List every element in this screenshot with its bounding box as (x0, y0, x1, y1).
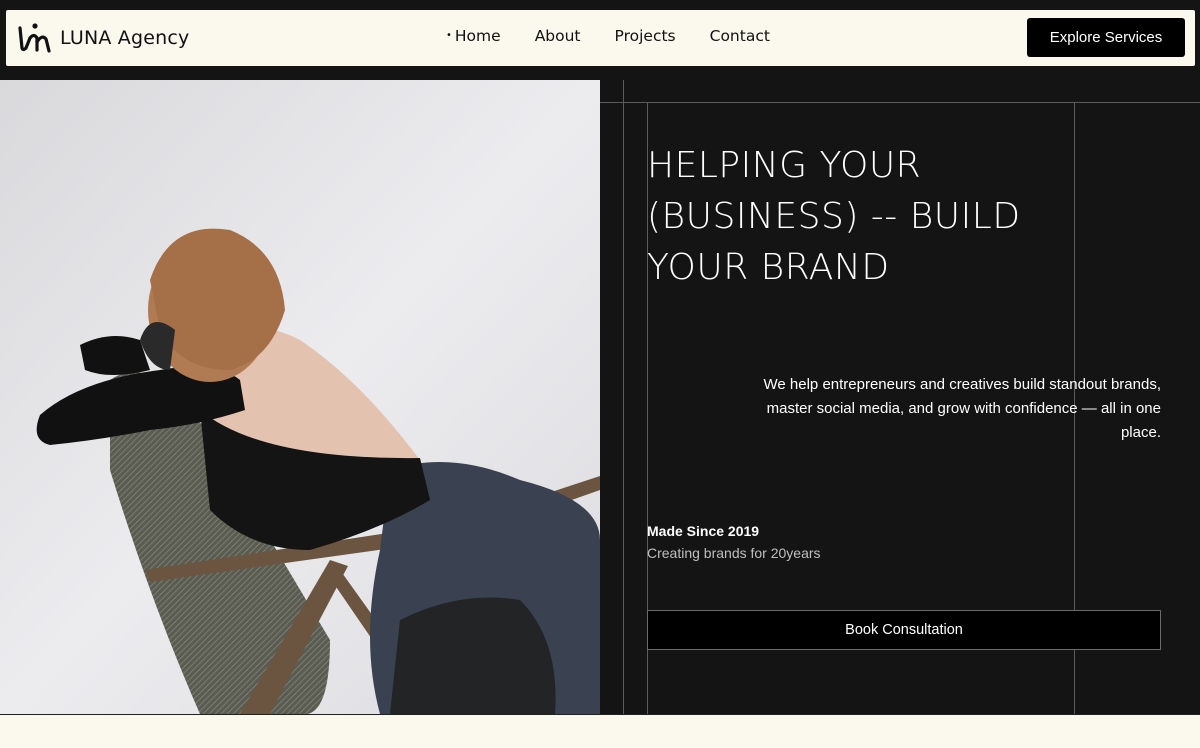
nav-about-label: About (534, 27, 581, 45)
hero-description: We help entrepreneurs and creatives buil… (763, 376, 1161, 441)
luna-logo-icon (18, 23, 51, 53)
grid-line (600, 102, 1200, 103)
hero-photo (0, 80, 600, 714)
navbar: LUNA Agency • Home About Projects Contac… (6, 10, 1195, 66)
nav-home-label: Home (454, 27, 501, 45)
nav-contact[interactable]: Contact (710, 27, 770, 45)
brand-link[interactable]: LUNA Agency (16, 20, 189, 56)
nav-projects[interactable]: Projects (615, 27, 676, 45)
since-title: Made Since 2019 (647, 523, 760, 539)
brand-name: LUNA Agency (60, 27, 190, 49)
nav-projects-label: Projects (614, 27, 676, 45)
nav-contact-label: Contact (709, 27, 770, 45)
hero-panel: HELPING YOUR (BUSINESS) -- BUILD YOUR BR… (600, 80, 1200, 714)
since-subtitle: Creating brands for 20years (647, 545, 821, 561)
book-consultation-button[interactable]: Book Consultation (647, 610, 1161, 650)
main-nav: • Home About Projects Contact (446, 27, 804, 45)
grid-line (623, 80, 624, 714)
bottom-band (0, 714, 1200, 748)
explore-services-button[interactable]: Explore Services (1027, 18, 1185, 57)
active-indicator-icon: • (446, 29, 452, 41)
hero-title: HELPING YOUR (BUSINESS) -- BUILD YOUR BR… (647, 145, 1021, 288)
nav-home[interactable]: • Home (446, 27, 501, 45)
hero-photo-woman-chair (0, 80, 600, 714)
nav-about[interactable]: About (535, 27, 581, 45)
